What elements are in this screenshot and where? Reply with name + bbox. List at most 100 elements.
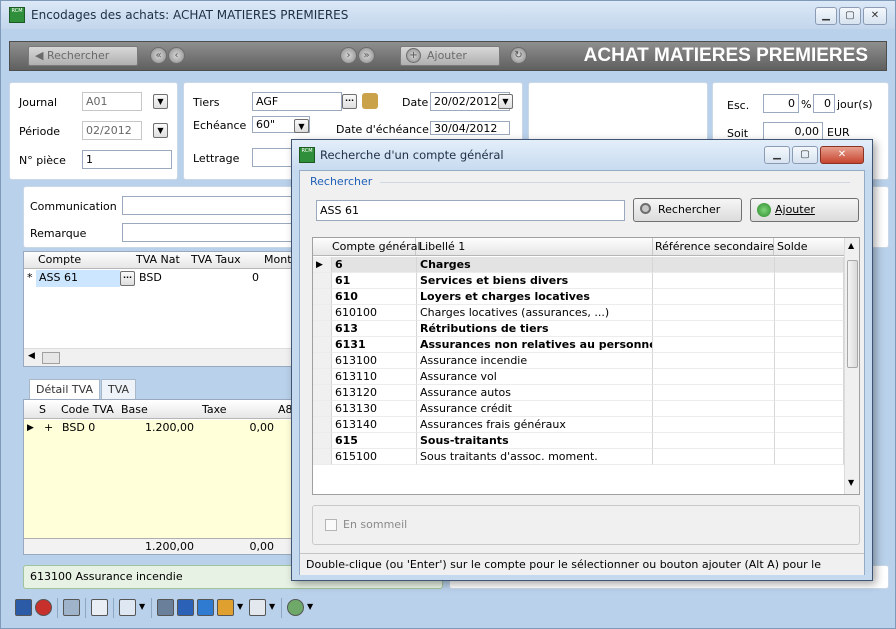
col-solde[interactable]: Solde [775,238,844,255]
table-row[interactable]: 613120 Assurance autos [313,385,844,401]
tiers-card-icon[interactable] [362,93,378,109]
table-row[interactable]: 610 Loyers et charges locatives [313,289,844,305]
tiers-browse-icon[interactable]: ··· [342,94,357,109]
scroll-down-icon[interactable]: ▼ [848,478,854,487]
tab-detail-tva[interactable]: Détail TVA [29,379,100,400]
periode-field[interactable]: 02/2012 [82,121,142,140]
tva-base-cell[interactable]: 1.200,00 [120,420,194,436]
journal-label: Journal [19,96,58,109]
new-document-icon[interactable] [91,599,108,616]
tva-taux-cell[interactable]: 0 [252,270,259,286]
sleep-checkbox[interactable] [325,519,337,531]
account-label-cell: Sous traitants d'assoc. moment. [417,449,653,465]
table-row[interactable]: 613130 Assurance crédit [313,401,844,417]
row-selector [313,289,332,305]
reference-cell [653,369,775,385]
save-icon[interactable] [15,599,32,616]
key-icon[interactable] [287,599,304,616]
window-icon[interactable] [119,599,136,616]
previous-record-icon[interactable]: ‹ [168,47,185,64]
dialog-add-button[interactable]: Ajouter [750,198,859,222]
next-record-icon[interactable]: › [340,47,357,64]
chevron-down-icon[interactable]: ▼ [307,602,313,611]
journal-field[interactable]: A01 [82,92,142,111]
table-row[interactable]: 613 Rétributions de tiers [313,321,844,337]
chevron-down-icon[interactable]: ▼ [237,602,243,611]
table-row[interactable]: ▶ 6 Charges [313,257,844,273]
compte-browse-icon[interactable]: ··· [120,271,135,286]
header-toolbar: ◀ Rechercher « ‹ › » + Ajouter ↻ ACHAT MA… [9,41,887,71]
vertical-scrollbar[interactable]: ▲ ▼ [844,238,859,494]
table-row[interactable]: 61 Services et biens divers [313,273,844,289]
date-echeance-label: Date d'échéance [336,123,429,136]
tab-tva[interactable]: TVA [101,379,137,400]
table-row[interactable]: 613110 Assurance vol [313,369,844,385]
compte-cell[interactable]: ASS 61 [36,270,120,287]
scroll-left-icon[interactable]: ◀ [28,351,35,361]
print-preview-icon[interactable] [63,599,80,616]
dialog-minimize-button[interactable]: ▁ [764,146,790,164]
scroll-thumb[interactable] [847,260,858,368]
col-reference[interactable]: Référence secondaire [653,238,774,255]
scroll-up-icon[interactable]: ▲ [848,241,854,250]
horizontal-scrollbar[interactable]: ◀ [24,348,302,366]
date-dropdown-icon[interactable]: ▼ [498,94,513,109]
table-row[interactable]: 613140 Assurances frais généraux [313,417,844,433]
row-selector [313,433,332,449]
table-row[interactable]: 610100 Charges locatives (assurances, ...… [313,305,844,321]
account-number-cell: 613120 [332,385,417,401]
add-toolbar-button[interactable]: + Ajouter [400,46,500,66]
periode-dropdown-icon[interactable]: ▼ [153,123,168,138]
folder-icon[interactable] [217,599,234,616]
table-row[interactable]: ▶ + BSD 0 1.200,00 0,00 [24,420,302,437]
row-selector [313,337,332,353]
first-record-icon[interactable]: « [150,47,167,64]
report-icon[interactable] [249,599,266,616]
account-number-cell: 615100 [332,449,417,465]
archive-icon[interactable] [157,599,174,616]
magnifier-icon [640,203,651,214]
col-s: S [39,403,46,416]
chevron-down-icon[interactable]: ▼ [269,602,275,611]
scroll-thumb[interactable] [42,352,60,364]
row-selector [313,385,332,401]
dialog-close-button[interactable]: ✕ [820,146,864,164]
echeance-dropdown-icon[interactable]: ▼ [294,119,309,133]
table-row[interactable]: 615100 Sous traitants d'assoc. moment. [313,449,844,465]
cancel-icon[interactable] [35,599,52,616]
chevron-down-icon[interactable]: ▼ [139,602,145,611]
close-button[interactable]: ✕ [863,7,887,25]
table-row[interactable]: 613100 Assurance incendie [313,353,844,369]
dialog-maximize-button[interactable]: ▢ [792,146,818,164]
tva-totals-row: 1.200,00 0,00 [24,538,302,554]
tva-code-cell[interactable]: BSD 0 [62,420,95,436]
search-group-label: Rechercher [310,175,373,188]
reference-cell [653,353,775,369]
maximize-button[interactable]: ▢ [839,7,861,25]
col-code-tva: Code TVA [61,403,114,416]
search-toolbar-button[interactable]: ◀ Rechercher [28,46,138,66]
journal-dropdown-icon[interactable]: ▼ [153,94,168,109]
tva-nat-cell[interactable]: BSD [139,270,162,286]
piece-field[interactable]: 1 [82,150,172,169]
minimize-button[interactable]: ▁ [815,7,837,25]
last-record-icon[interactable]: » [358,47,375,64]
col-libelle[interactable]: Libellé 1 [417,238,653,255]
tva-taxe-cell[interactable]: 0,00 [204,420,275,436]
col-compte-general[interactable]: Compte général [332,238,421,255]
options-group: En sommeil [312,505,860,545]
lettrage-label: Lettrage [193,152,240,165]
import-icon[interactable] [177,599,194,616]
table-row[interactable]: 615 Sous-traitants [313,433,844,449]
esc-days-field[interactable]: 0 [813,94,835,113]
table-row[interactable]: * ASS 61 ··· BSD 0 [24,270,302,287]
esc-percent-field[interactable]: 0 [763,94,799,113]
table-row[interactable]: 6131 Assurances non relatives au personne [313,337,844,353]
tiers-field[interactable]: AGF [252,92,342,111]
refresh-icon[interactable]: ↻ [510,47,527,64]
dialog-search-button[interactable]: Rechercher [633,198,742,222]
account-search-input[interactable]: ASS 61 [316,200,625,221]
export-icon[interactable] [197,599,214,616]
date-echeance-field[interactable]: 30/04/2012 [430,121,510,135]
lines-grid-header: Compte TVA Nat TVA Taux Monta [24,252,302,269]
